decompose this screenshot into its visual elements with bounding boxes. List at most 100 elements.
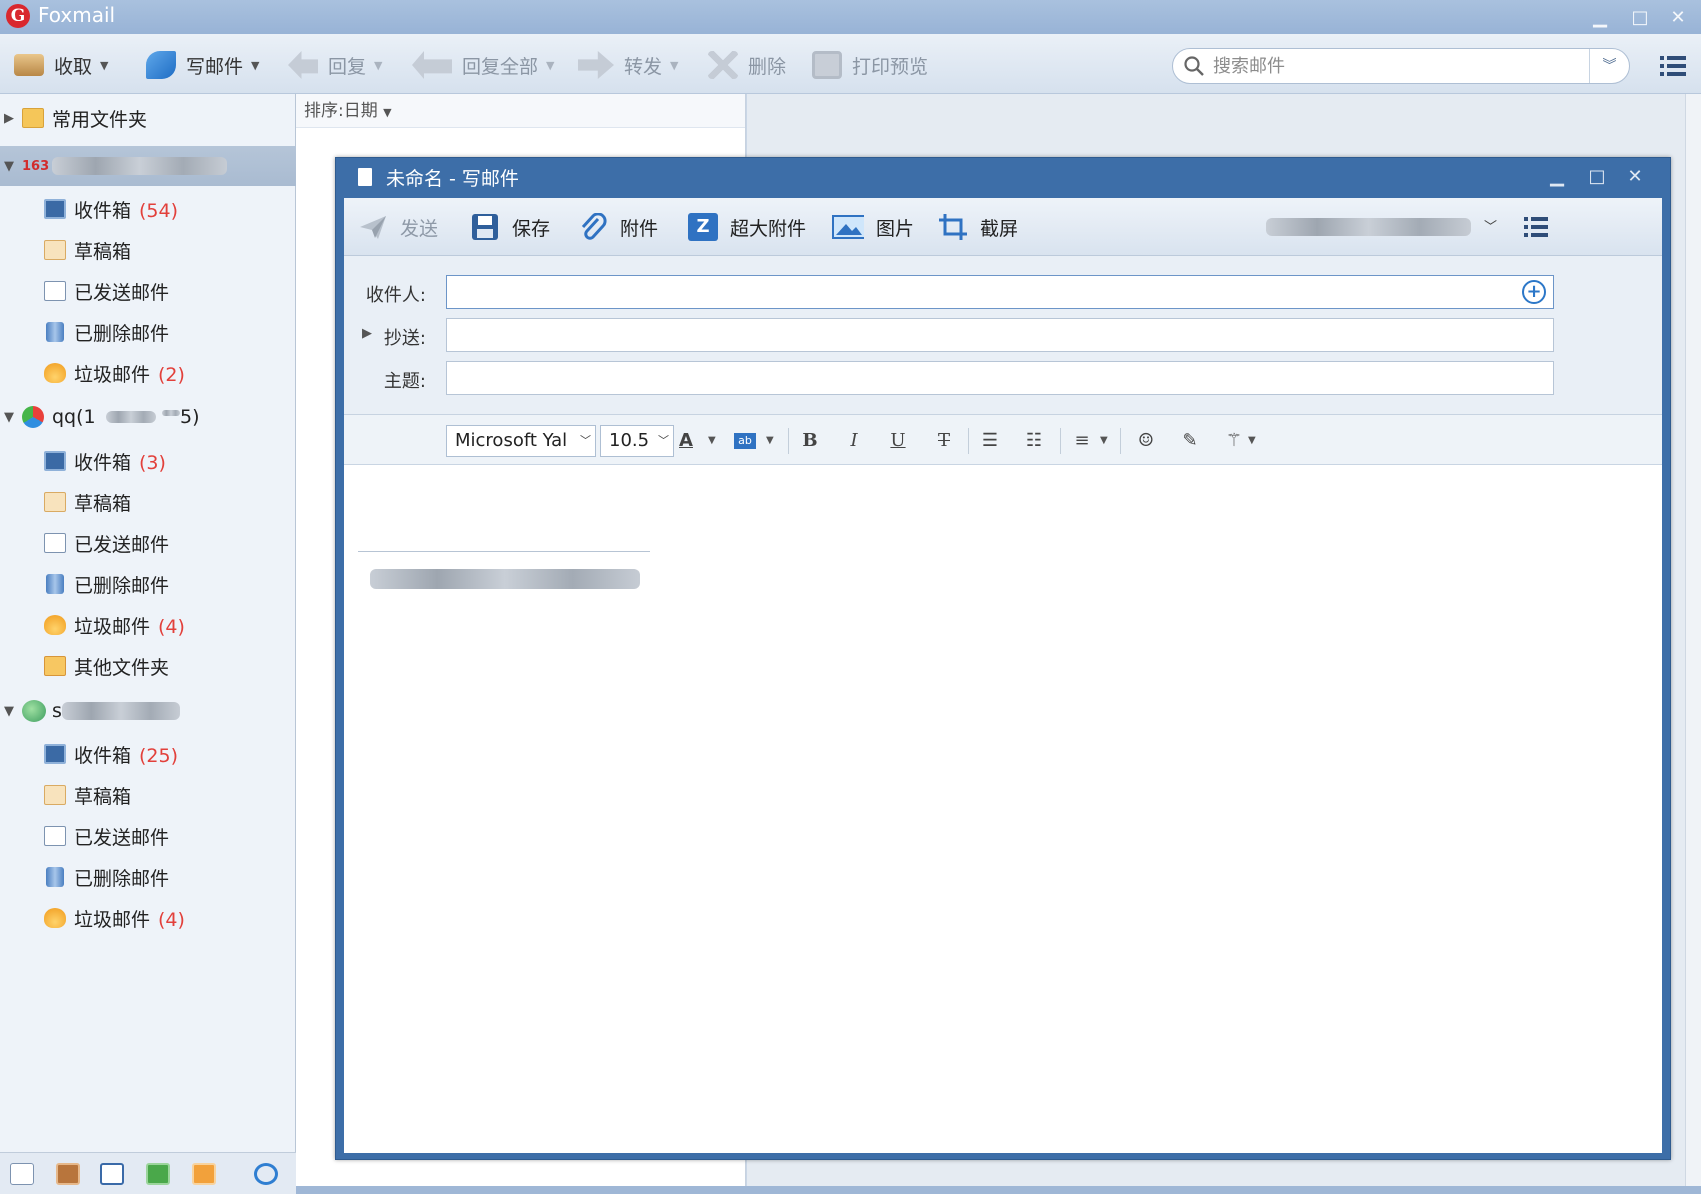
- close-icon[interactable]: ✕: [1668, 8, 1688, 28]
- folder-label: 收件箱: [74, 744, 132, 767]
- expand-triangle-icon[interactable]: ▶: [4, 111, 14, 126]
- font-size-value: 10.5: [609, 430, 650, 451]
- screenshot-label: 截屏: [980, 217, 1019, 240]
- folder-item[interactable]: 收件箱 (3): [0, 442, 296, 480]
- attach-button[interactable]: 附件: [578, 212, 658, 242]
- sync-chat-icon[interactable]: [254, 1163, 278, 1185]
- account-163-item[interactable]: ▼ 163: [0, 146, 296, 186]
- compose-menu-icon[interactable]: [1524, 216, 1548, 238]
- dropdown-arrow-icon[interactable]: ▼: [1100, 429, 1108, 453]
- numbered-list-icon[interactable]: ☷: [1022, 429, 1046, 453]
- main-menu-icon[interactable]: [1660, 54, 1686, 78]
- close-icon[interactable]: ✕: [1624, 166, 1646, 188]
- send-button[interactable]: 发送: [358, 212, 438, 242]
- highlight-color-icon[interactable]: ab: [734, 433, 756, 449]
- save-button[interactable]: 保存: [470, 212, 550, 242]
- send-label: 发送: [400, 217, 439, 240]
- dropdown-arrow-icon[interactable]: ▼: [374, 59, 382, 72]
- folder-item[interactable]: 垃圾邮件 (4): [0, 606, 296, 644]
- reply-button[interactable]: 回复 ▼: [288, 48, 382, 82]
- forward-button[interactable]: 转发 ▼: [578, 48, 678, 82]
- magic-wand-icon[interactable]: ⚚: [1222, 429, 1246, 453]
- dropdown-arrow-icon[interactable]: ▼: [100, 59, 108, 72]
- folder-item[interactable]: 已发送邮件: [0, 817, 296, 855]
- collapse-triangle-icon[interactable]: ▼: [4, 410, 14, 425]
- dropdown-arrow-icon[interactable]: ▼: [708, 429, 716, 453]
- folder-item[interactable]: 草稿箱: [0, 776, 296, 814]
- add-recipient-plus-icon[interactable]: +: [1522, 280, 1546, 304]
- font-family-value: Microsoft Yal: [455, 430, 568, 451]
- notes-icon[interactable]: [146, 1163, 170, 1185]
- common-folders-item[interactable]: ▶ 常用文件夹: [0, 99, 296, 137]
- cc-input[interactable]: [446, 318, 1554, 352]
- separator: [968, 428, 969, 454]
- search-input[interactable]: [1213, 54, 1553, 78]
- dropdown-arrow-icon[interactable]: ▼: [1248, 429, 1256, 453]
- dropdown-arrow-icon[interactable]: ▼: [766, 429, 774, 453]
- foxmail-logo-icon: G: [6, 4, 30, 28]
- reply-label: 回复: [328, 55, 367, 78]
- subject-input[interactable]: [446, 361, 1554, 395]
- inbox-tray-icon: [14, 54, 44, 76]
- mail-view-icon[interactable]: [10, 1163, 34, 1185]
- folder-item[interactable]: 收件箱 (25): [0, 735, 296, 773]
- folder-label: 已删除邮件: [74, 322, 170, 345]
- minimize-icon[interactable]: ▁: [1590, 8, 1610, 28]
- message-body-editor[interactable]: [344, 465, 1662, 1153]
- scrollbar[interactable]: [1685, 94, 1701, 1194]
- folder-item[interactable]: 垃圾邮件 (2): [0, 354, 296, 392]
- delete-button[interactable]: 删除: [708, 48, 786, 82]
- italic-button[interactable]: I: [842, 429, 866, 453]
- folder-item[interactable]: 草稿箱: [0, 231, 296, 269]
- folder-item[interactable]: 其他文件夹: [0, 647, 296, 685]
- calendar-icon[interactable]: [100, 1163, 124, 1185]
- strikethrough-button[interactable]: T: [932, 429, 956, 453]
- to-input[interactable]: [446, 275, 1554, 309]
- align-icon[interactable]: ≡: [1070, 429, 1094, 453]
- bullet-list-icon[interactable]: ☰: [978, 429, 1002, 453]
- receive-button[interactable]: 收取 ▼: [14, 48, 108, 82]
- sender-dropdown-chevron-icon[interactable]: ﹀: [1484, 216, 1497, 235]
- folder-item[interactable]: 已发送邮件: [0, 272, 296, 310]
- folder-item[interactable]: 已删除邮件: [0, 313, 296, 351]
- dropdown-arrow-icon[interactable]: ▼: [546, 59, 554, 72]
- contacts-icon[interactable]: [56, 1163, 80, 1185]
- folder-item[interactable]: 草稿箱: [0, 483, 296, 521]
- folder-item[interactable]: 已发送邮件: [0, 524, 296, 562]
- compose-button[interactable]: 写邮件 ▼: [146, 48, 259, 82]
- compose-window: 未命名 - 写邮件 ▁ □ ✕ 发送 保存 附件 Z 超大附件 图片 截屏 ﹀ …: [335, 157, 1671, 1160]
- folder-item[interactable]: 已删除邮件: [0, 565, 296, 603]
- collapse-triangle-icon[interactable]: ▼: [4, 159, 14, 174]
- sort-dropdown[interactable]: 排序:日期 ▼: [296, 94, 745, 128]
- maximize-icon[interactable]: □: [1586, 166, 1608, 188]
- minimize-icon[interactable]: ▁: [1546, 166, 1568, 188]
- expand-cc-triangle-icon[interactable]: ▶: [362, 326, 372, 341]
- maximize-icon[interactable]: □: [1630, 8, 1650, 28]
- insert-image-button[interactable]: 图片: [830, 212, 914, 242]
- emoji-smiley-icon[interactable]: ☺: [1134, 429, 1158, 453]
- dropdown-arrow-icon[interactable]: ▼: [251, 59, 259, 72]
- account-3-item[interactable]: ▼ s: [0, 692, 296, 730]
- account-qq-item[interactable]: ▼ qq(1 5): [0, 398, 296, 436]
- font-family-select[interactable]: Microsoft Yal ﹀: [446, 425, 596, 457]
- folder-item[interactable]: 已删除邮件: [0, 858, 296, 896]
- print-preview-button[interactable]: 打印预览: [812, 48, 928, 82]
- underline-button[interactable]: U: [886, 429, 910, 453]
- to-label: 收件人:: [365, 285, 426, 306]
- folder-label: 已发送邮件: [74, 533, 170, 556]
- bold-button[interactable]: B: [798, 429, 822, 453]
- search-options-chevron-icon[interactable]: ︾: [1589, 49, 1629, 83]
- format-painter-brush-icon[interactable]: ✎: [1178, 429, 1202, 453]
- rss-feed-icon[interactable]: [192, 1163, 216, 1185]
- large-attach-button[interactable]: Z 超大附件: [688, 212, 806, 242]
- folder-item[interactable]: 垃圾邮件 (4): [0, 899, 296, 937]
- collapse-triangle-icon[interactable]: ▼: [4, 704, 14, 719]
- screenshot-button[interactable]: 截屏: [938, 212, 1018, 242]
- account-163-label: 163: [22, 158, 50, 174]
- folder-item[interactable]: 收件箱 (54): [0, 190, 296, 228]
- dropdown-arrow-icon[interactable]: ▼: [670, 59, 678, 72]
- font-color-icon[interactable]: A: [674, 429, 698, 453]
- font-size-select[interactable]: 10.5 ﹀: [600, 425, 674, 457]
- reply-all-button[interactable]: 回复全部 ▼: [412, 48, 554, 82]
- account-qq-label: qq(1: [52, 406, 96, 428]
